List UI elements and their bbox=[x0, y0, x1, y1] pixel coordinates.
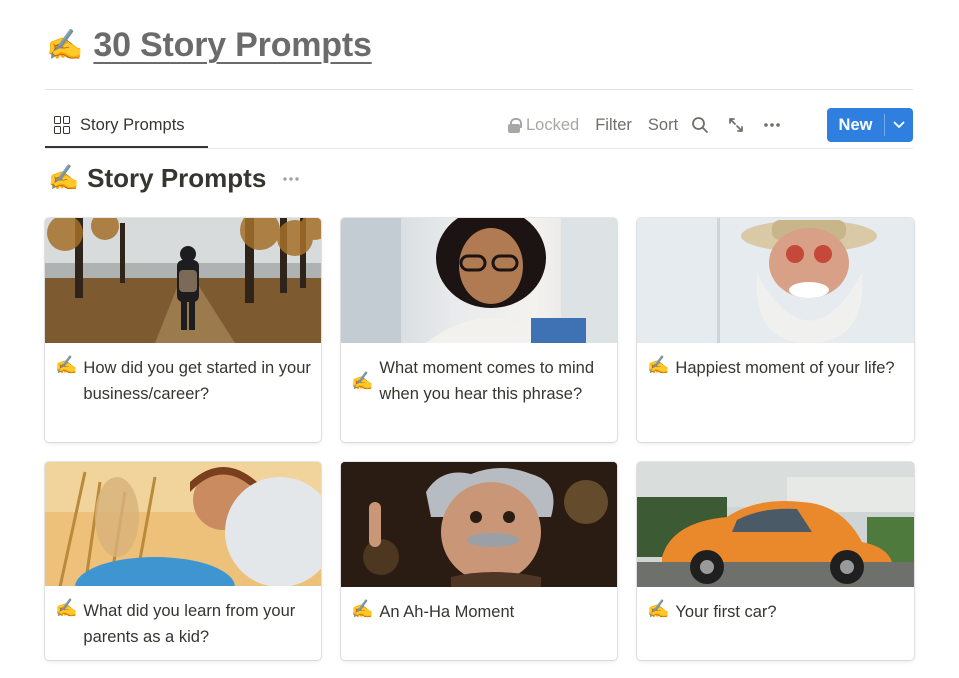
expand-icon[interactable] bbox=[722, 109, 750, 141]
card-emoji: ✍️ bbox=[351, 599, 374, 619]
view-tab-story-prompts[interactable]: Story Prompts bbox=[45, 104, 208, 148]
new-button-group: New bbox=[827, 108, 913, 142]
more-icon[interactable] bbox=[758, 109, 786, 141]
divider bbox=[45, 148, 913, 149]
database-title-text[interactable]: Story Prompts bbox=[87, 163, 266, 194]
gallery-card[interactable]: ✍️ What moment comes to mind when you he… bbox=[341, 218, 617, 442]
card-emoji: ✍️ bbox=[55, 355, 78, 375]
card-body: ✍️ What moment comes to mind when you he… bbox=[341, 343, 617, 417]
gallery-card[interactable]: ✍️ What did you learn from your parents … bbox=[45, 462, 321, 660]
database-toolbar: Locked Filter Sort bbox=[500, 108, 786, 142]
gallery-grid-icon bbox=[54, 116, 72, 134]
card-title: What did you learn from your parents as … bbox=[83, 602, 296, 646]
card-cover-image bbox=[45, 462, 321, 586]
page-title[interactable]: ✍️ 30 Story Prompts bbox=[46, 26, 372, 65]
card-emoji: ✍️ bbox=[647, 599, 670, 619]
gallery-card[interactable]: ✍️ Your first car? bbox=[637, 462, 914, 660]
divider bbox=[45, 89, 913, 90]
card-title: An Ah-Ha Moment bbox=[379, 603, 515, 621]
card-cover-image bbox=[637, 218, 914, 343]
card-body: ✍️ How did you get started in your busin… bbox=[45, 343, 321, 417]
gallery-card[interactable]: ✍️ Happiest moment of your life? bbox=[637, 218, 914, 442]
card-emoji: ✍️ bbox=[55, 598, 78, 618]
gallery-card[interactable]: ✍️ How did you get started in your busin… bbox=[45, 218, 321, 442]
new-button[interactable]: New bbox=[827, 108, 884, 142]
card-body: ✍️ Happiest moment of your life? bbox=[637, 343, 914, 391]
new-dropdown-button[interactable] bbox=[885, 108, 913, 142]
card-emoji: ✍️ bbox=[647, 355, 670, 375]
chevron-down-icon bbox=[893, 121, 905, 129]
card-cover-image bbox=[45, 218, 321, 343]
card-emoji: ✍️ bbox=[351, 370, 374, 391]
gallery: ✍️ How did you get started in your busin… bbox=[45, 218, 914, 660]
card-title: Happiest moment of your life? bbox=[675, 359, 895, 377]
lock-icon bbox=[508, 117, 522, 133]
view-tab-label: Story Prompts bbox=[80, 115, 185, 134]
card-body: ✍️ Your first car? bbox=[637, 587, 914, 635]
database-title: ✍️ Story Prompts bbox=[48, 163, 304, 194]
locked-button[interactable]: Locked bbox=[500, 109, 587, 141]
card-body: ✍️ What did you learn from your parents … bbox=[45, 586, 321, 660]
database-title-emoji: ✍️ bbox=[48, 164, 80, 192]
gallery-card[interactable]: ✍️ An Ah-Ha Moment bbox=[341, 462, 617, 660]
card-title: How did you get started in your business… bbox=[83, 359, 311, 403]
card-cover-image bbox=[341, 462, 617, 587]
card-title: What moment comes to mind when you hear … bbox=[379, 359, 594, 403]
page-title-emoji[interactable]: ✍️ bbox=[46, 30, 83, 61]
database-more-icon[interactable] bbox=[278, 167, 304, 191]
search-icon[interactable] bbox=[686, 109, 714, 141]
page-title-text[interactable]: 30 Story Prompts bbox=[93, 26, 372, 65]
card-cover-image bbox=[637, 462, 914, 587]
card-body: ✍️ An Ah-Ha Moment bbox=[341, 587, 617, 635]
card-cover-image bbox=[341, 218, 617, 343]
filter-button[interactable]: Filter bbox=[587, 109, 640, 141]
card-title: Your first car? bbox=[675, 603, 777, 621]
locked-label: Locked bbox=[526, 115, 580, 134]
sort-button[interactable]: Sort bbox=[640, 109, 686, 141]
